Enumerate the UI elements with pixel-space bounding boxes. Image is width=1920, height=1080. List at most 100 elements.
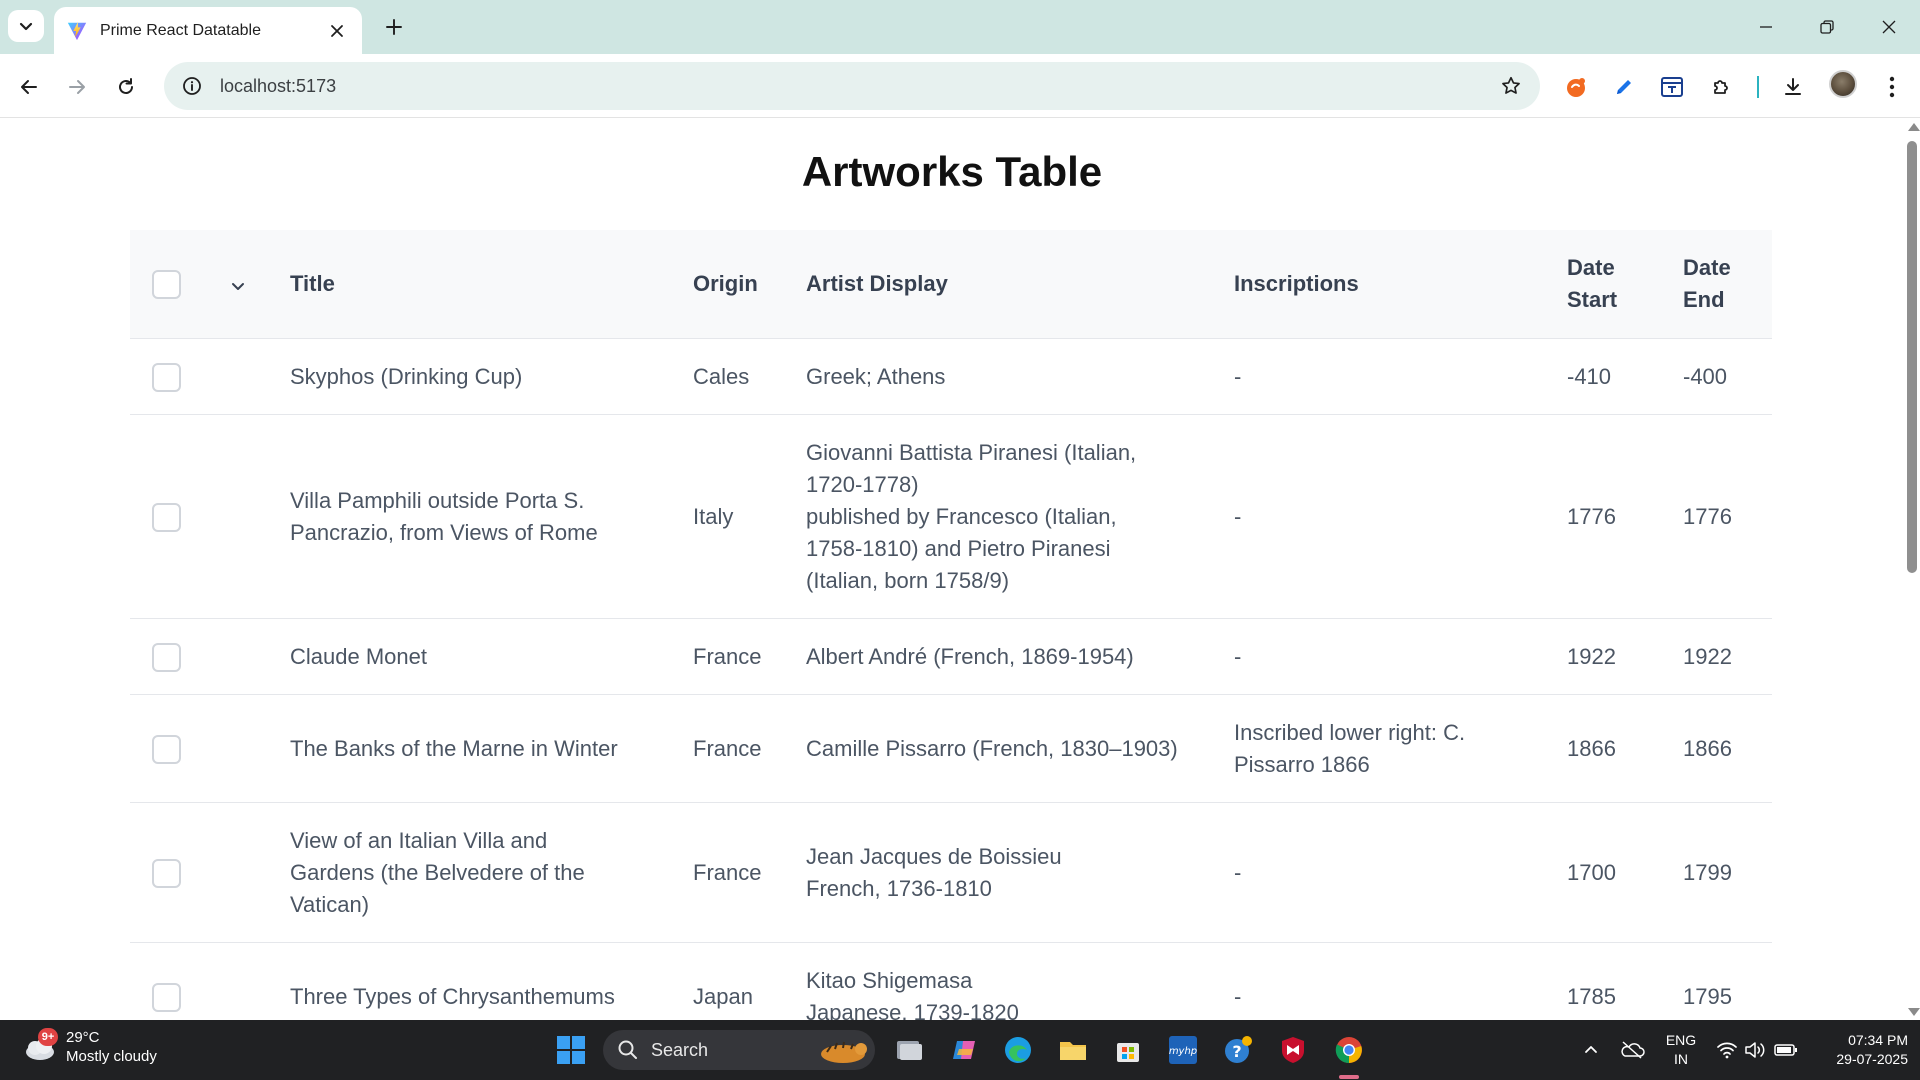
row-select-checkbox[interactable] xyxy=(152,502,181,532)
tab-close-button[interactable] xyxy=(326,20,348,42)
extension-pen-icon[interactable] xyxy=(1608,71,1640,103)
new-tab-button[interactable] xyxy=(380,13,408,41)
downloads-icon[interactable] xyxy=(1777,71,1809,103)
table-body: Skyphos (Drinking Cup) Cales Greek; Athens… xyxy=(130,339,1772,1020)
page-viewport: Artworks Table Title Origin Artist Displ… xyxy=(0,118,1904,1020)
reload-button[interactable] xyxy=(109,70,143,104)
bookmark-star-icon[interactable] xyxy=(1498,73,1524,99)
arrow-left-icon xyxy=(21,80,37,94)
row-select-checkbox[interactable] xyxy=(152,858,181,888)
cell-inscriptions-line: - xyxy=(1234,364,1242,389)
language-indicator[interactable]: ENG IN xyxy=(1660,1031,1702,1069)
url-text[interactable]: localhost:5173 xyxy=(220,76,1498,97)
chevron-down-icon xyxy=(232,283,244,290)
row-select-checkbox[interactable] xyxy=(152,642,181,672)
cell-date-end: 1866 xyxy=(1683,733,1763,765)
cell-origin-line: France xyxy=(693,644,762,669)
forward-button[interactable] xyxy=(60,70,94,104)
svg-text:myhp: myhp xyxy=(1169,1046,1197,1057)
cell-origin: Cales xyxy=(693,361,793,393)
tiger-search-highlight-icon xyxy=(821,1041,867,1063)
extension-translate-icon[interactable] xyxy=(1656,71,1688,103)
column-header-artist-display[interactable]: Artist Display xyxy=(806,268,1206,300)
address-bar[interactable]: localhost:5173 xyxy=(164,62,1540,110)
table-row[interactable]: Skyphos (Drinking Cup) Cales Greek; Athens… xyxy=(130,339,1772,415)
column-header-date-end[interactable]: Date End xyxy=(1683,252,1763,316)
back-button[interactable] xyxy=(12,70,46,104)
scroll-up-arrow[interactable] xyxy=(1908,123,1920,131)
browser-menu-icon[interactable] xyxy=(1876,71,1908,103)
cell-artist-display-line: Jean Jacques de Boissieu xyxy=(806,844,1062,869)
cell-title-line: Claude Monet xyxy=(290,644,427,669)
windows-taskbar: 9+ 29°C Mostly cloudy Search myhp ? ENG … xyxy=(0,1020,1920,1080)
extensions-puzzle-icon[interactable] xyxy=(1706,71,1738,103)
cell-origin: France xyxy=(693,733,793,765)
column-header-inscriptions[interactable]: Inscriptions xyxy=(1234,268,1524,300)
scroll-down-arrow[interactable] xyxy=(1908,1008,1920,1016)
profile-avatar[interactable] xyxy=(1829,70,1857,98)
windows-start-icon[interactable] xyxy=(553,1032,589,1068)
cell-artist-display-line: Albert André (French, 1869-1954) xyxy=(806,644,1134,669)
file-explorer-icon[interactable] xyxy=(1055,1032,1091,1068)
tab-title: Prime React Datatable xyxy=(100,21,261,39)
restore-button[interactable] xyxy=(1812,12,1842,42)
row-select-checkbox[interactable] xyxy=(152,734,181,764)
taskbar-clock[interactable]: 07:34 PM 29-07-2025 xyxy=(1808,1031,1908,1069)
close-window-button[interactable] xyxy=(1874,12,1904,42)
minimize-button[interactable] xyxy=(1751,12,1781,42)
column-header-date-end-line1: Date xyxy=(1683,255,1731,280)
chrome-active-indicator xyxy=(1339,1075,1359,1079)
table-row[interactable]: The Banks of the Marne in Winter France Ca… xyxy=(130,695,1772,803)
show-hidden-icons-chevron-up-icon[interactable] xyxy=(1573,1032,1609,1068)
chevron-down-icon xyxy=(19,22,33,31)
extension-orange-icon[interactable] xyxy=(1561,71,1593,103)
column-header-title[interactable]: Title xyxy=(290,268,670,300)
cell-inscriptions-line: Pissarro 1866 xyxy=(1234,752,1370,777)
cell-origin-line: France xyxy=(693,736,762,761)
table-row[interactable]: Villa Pamphili outside Porta S. Pancrazio… xyxy=(130,415,1772,619)
cell-title: View of an Italian Villa and Gardens (the… xyxy=(290,825,670,921)
weather-badge: 9+ xyxy=(38,1028,58,1046)
cell-inscriptions: - xyxy=(1234,361,1524,393)
close-icon xyxy=(331,24,343,37)
table-row[interactable]: View of an Italian Villa and Gardens (the… xyxy=(130,803,1772,943)
browser-tab-active[interactable]: Prime React Datatable xyxy=(54,7,362,54)
table-row[interactable]: Three Types of Chrysanthemums Japan Kitao … xyxy=(130,943,1772,1020)
edge-browser-icon[interactable] xyxy=(1000,1032,1036,1068)
column-header-date-start[interactable]: Date Start xyxy=(1567,252,1647,316)
cell-artist-display: Giovanni Battista Piranesi (Italian, 1720… xyxy=(806,437,1206,597)
onedrive-offline-icon[interactable] xyxy=(1614,1032,1650,1068)
language-code: ENG xyxy=(1665,1032,1697,1048)
cell-artist-display-line: Camille Pissarro (French, 1830–1903) xyxy=(806,736,1178,761)
row-select-checkbox[interactable] xyxy=(152,362,181,392)
cell-inscriptions: - xyxy=(1234,857,1524,889)
row-selection-dropdown[interactable] xyxy=(226,274,250,298)
taskbar-search-box[interactable]: Search xyxy=(603,1030,875,1070)
cell-date-start-line: 1785 xyxy=(1567,984,1616,1009)
task-view-icon[interactable] xyxy=(891,1032,927,1068)
scroll-thumb[interactable] xyxy=(1907,141,1917,573)
weather-widget[interactable]: 9+ 29°C Mostly cloudy xyxy=(22,1028,157,1066)
tab-search-button[interactable] xyxy=(8,10,44,42)
chrome-icon[interactable] xyxy=(1331,1032,1367,1068)
help-icon[interactable]: ? xyxy=(1220,1032,1256,1068)
cell-title-line: Pancrazio, from Views of Rome xyxy=(290,520,598,545)
column-header-date-end-line2: End xyxy=(1683,287,1725,312)
cell-date-end: -400 xyxy=(1683,361,1763,393)
select-all-checkbox[interactable] xyxy=(152,270,181,299)
mcafee-icon[interactable] xyxy=(1275,1032,1311,1068)
cell-title-line: Gardens (the Belvedere of the xyxy=(290,860,585,885)
microsoft-store-icon[interactable] xyxy=(1110,1032,1146,1068)
site-info-icon[interactable] xyxy=(180,74,204,98)
column-header-origin[interactable]: Origin xyxy=(693,268,793,300)
table-row[interactable]: Claude Monet France Albert André (French, … xyxy=(130,619,1772,695)
battery-icon[interactable] xyxy=(1768,1032,1804,1068)
page-scrollbar[interactable] xyxy=(1904,118,1920,1020)
copilot-icon[interactable] xyxy=(946,1032,982,1068)
myhp-icon[interactable]: myhp xyxy=(1165,1032,1201,1068)
weather-description: Mostly cloudy xyxy=(66,1048,157,1065)
cell-artist-display-line: Greek; Athens xyxy=(806,364,946,389)
row-select-checkbox[interactable] xyxy=(152,982,181,1012)
taskbar-search-label: Search xyxy=(651,1039,709,1060)
column-header-date-start-line2: Start xyxy=(1567,287,1618,312)
